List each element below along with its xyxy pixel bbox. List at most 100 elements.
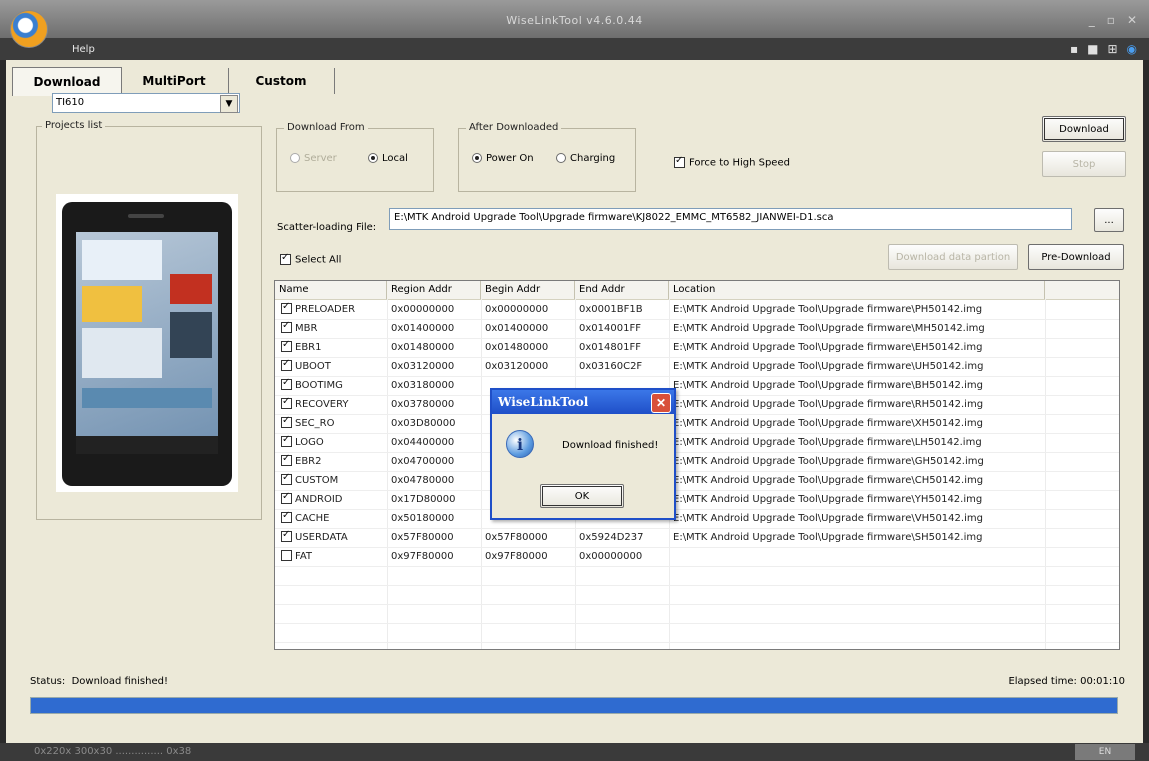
status-text: Download finished! [71, 676, 168, 687]
radio-power-on-indicator[interactable] [472, 153, 482, 163]
row-checkbox[interactable] [281, 358, 292, 371]
tab-custom[interactable]: Custom [228, 68, 335, 94]
download-data-partition-button[interactable]: Download data partion [888, 244, 1018, 270]
row-name: FAT [295, 551, 313, 562]
row-location: E:\MTK Android Upgrade Tool\Upgrade firm… [673, 456, 984, 467]
dialog-close-icon[interactable]: ✕ [651, 393, 671, 413]
about-icon[interactable]: ◉ [1127, 42, 1137, 56]
row-region: 0x57F80000 [391, 532, 454, 543]
pre-download-button[interactable]: Pre-Download [1028, 244, 1124, 270]
toolbar-icons: ▪ ■ ⊞ ◉ [1061, 42, 1137, 56]
taskbar: 0x220x 300x30 ............... 0x38 EN [0, 743, 1149, 761]
row-region: 0x97F80000 [391, 551, 454, 562]
row-name: EBR2 [295, 456, 322, 467]
table-row[interactable]: SEC_RO 0x03D80000 E:\MTK Android Upgrade T… [275, 415, 1119, 434]
row-checkbox[interactable] [281, 434, 292, 447]
scatter-file-input[interactable]: E:\MTK Android Upgrade Tool\Upgrade firm… [389, 208, 1072, 230]
dialog-ok-button[interactable]: OK [540, 484, 624, 508]
row-region: 0x03780000 [391, 399, 455, 410]
row-location: E:\MTK Android Upgrade Tool\Upgrade firm… [673, 494, 983, 505]
table-row[interactable]: USERDATA 0x57F80000 0x57F80000 0x5924D237 E:… [275, 529, 1119, 548]
table-row[interactable]: FAT 0x97F80000 0x97F80000 0x00000000 [275, 548, 1119, 567]
select-all-checkbox[interactable]: Select All [280, 252, 341, 266]
radio-charging-indicator[interactable] [556, 153, 566, 163]
table-row[interactable]: EBR1 0x01480000 0x01480000 0x014801FF E:\MTK… [275, 339, 1119, 358]
row-checkbox[interactable] [281, 510, 292, 523]
row-checkbox[interactable] [281, 396, 292, 409]
radio-server-indicator[interactable] [290, 153, 300, 163]
title-bar: WiseLinkTool v4.6.0.44 _ ▫ ✕ [0, 0, 1149, 38]
row-checkbox[interactable] [281, 415, 292, 428]
row-name-cell: RECOVERY [277, 396, 387, 414]
table-row[interactable]: PRELOADER 0x00000000 0x00000000 0x0001BF1B E… [275, 301, 1119, 320]
radio-local-indicator[interactable] [368, 153, 378, 163]
row-region: 0x01480000 [391, 342, 455, 353]
row-checkbox[interactable] [281, 339, 292, 352]
taskbar-language[interactable]: EN [1075, 744, 1135, 760]
radio-power-on[interactable]: Power On [472, 153, 534, 164]
radio-local[interactable]: Local [368, 153, 408, 164]
dialog-title: WiseLinkTool [498, 395, 589, 409]
browse-button[interactable]: ... [1094, 208, 1124, 232]
row-end: 0x014801FF [579, 342, 641, 353]
row-region: 0x00000000 [391, 304, 455, 315]
status-label: Status: [30, 676, 66, 687]
row-location: E:\MTK Android Upgrade Tool\Upgrade firm… [673, 532, 983, 543]
force-high-speed-checkbox[interactable]: Force to High Speed [674, 155, 790, 169]
settings-icon[interactable]: ⊞ [1107, 42, 1117, 56]
project-selected-value: TI610 [56, 97, 85, 108]
tab-download[interactable]: Download [12, 67, 122, 96]
row-checkbox[interactable] [281, 301, 292, 314]
row-location: E:\MTK Android Upgrade Tool\Upgrade firm… [673, 399, 984, 410]
row-checkbox[interactable] [281, 529, 292, 542]
stop-button[interactable]: Stop [1042, 151, 1126, 177]
menu-help[interactable]: Help [72, 44, 95, 55]
row-name: CACHE [295, 513, 330, 524]
row-name: CUSTOM [295, 475, 339, 486]
pin-icon[interactable]: ▪ [1070, 42, 1078, 56]
table-row[interactable]: CACHE 0x50180000 E:\MTK Android Upgrade To… [275, 510, 1119, 529]
row-location: E:\MTK Android Upgrade Tool\Upgrade firm… [673, 361, 984, 372]
project-select[interactable]: TI610 ▼ [52, 93, 240, 113]
menu-bar: Help ▪ ■ ⊞ ◉ [0, 38, 1149, 60]
radio-charging[interactable]: Charging [556, 153, 615, 164]
table-row[interactable]: BOOTIMG 0x03180000 E:\MTK Android Upgrade … [275, 377, 1119, 396]
table-row[interactable]: MBR 0x01400000 0x01400000 0x014001FF E:\MTK … [275, 320, 1119, 339]
download-button[interactable]: Download [1042, 116, 1126, 142]
col-end-addr[interactable]: End Addr [575, 281, 669, 299]
row-checkbox[interactable] [281, 320, 292, 333]
dialog-title-bar: WiseLinkTool ✕ [492, 390, 674, 414]
row-checkbox[interactable] [281, 549, 292, 561]
row-checkbox[interactable] [281, 453, 292, 466]
select-all-check[interactable] [280, 252, 291, 265]
row-checkbox[interactable] [281, 377, 292, 390]
row-checkbox[interactable] [281, 491, 292, 504]
col-region-addr[interactable]: Region Addr [387, 281, 481, 299]
radio-server[interactable]: Server [290, 153, 337, 164]
elapsed-time: Elapsed time: 00:01:10 [1008, 676, 1125, 687]
info-icon: i [506, 430, 534, 458]
col-location[interactable]: Location [669, 281, 1045, 299]
status-bar: Status: Download finished! [30, 676, 168, 687]
row-region: 0x03D80000 [391, 418, 456, 429]
table-row[interactable]: ANDROID 0x17D80000 E:\MTK Android Upgrade … [275, 491, 1119, 510]
col-begin-addr[interactable]: Begin Addr [481, 281, 575, 299]
minimize-icon[interactable]: _ [1089, 13, 1095, 27]
row-name-cell: FAT [277, 548, 387, 566]
table-row[interactable]: RECOVERY 0x03780000 E:\MTK Android Upgrade… [275, 396, 1119, 415]
table-row[interactable]: LOGO 0x04400000 E:\MTK Android Upgrade Too… [275, 434, 1119, 453]
maximize-icon[interactable]: ▫ [1107, 13, 1115, 27]
row-end: 0x014001FF [579, 323, 641, 334]
row-checkbox[interactable] [281, 472, 292, 485]
table-row[interactable]: UBOOT 0x03120000 0x03120000 0x03160C2F E:\MT… [275, 358, 1119, 377]
table-row[interactable]: EBR2 0x04700000 E:\MTK Android Upgrade Too… [275, 453, 1119, 472]
log-icon[interactable]: ■ [1087, 42, 1098, 56]
tab-multiport[interactable]: MultiPort [120, 68, 229, 94]
col-name[interactable]: Name [275, 281, 387, 299]
close-icon[interactable]: ✕ [1127, 13, 1137, 27]
app-logo-icon[interactable] [10, 10, 48, 48]
radio-local-label: Local [382, 153, 408, 164]
table-row[interactable]: CUSTOM 0x04780000 E:\MTK Android Upgrade T… [275, 472, 1119, 491]
force-high-speed-check[interactable] [674, 155, 685, 168]
chevron-down-icon[interactable]: ▼ [220, 95, 238, 113]
